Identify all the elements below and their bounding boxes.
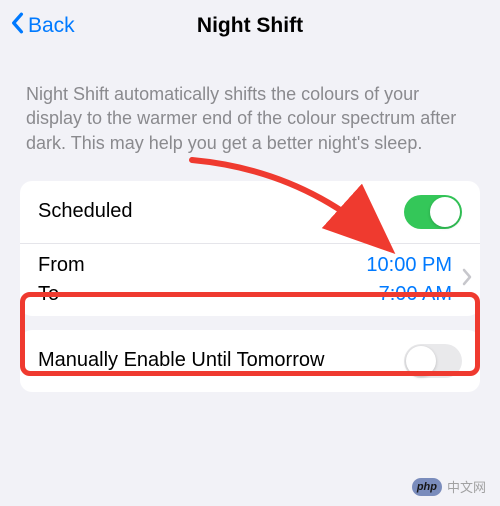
to-time: 7:00 AM: [366, 283, 452, 306]
watermark-badge: php: [412, 478, 442, 496]
page-title: Night Shift: [197, 14, 303, 38]
schedule-time-row[interactable]: From To 10:00 PM 7:00 AM: [20, 243, 480, 316]
scheduled-group: Scheduled From To 10:00 PM 7:00 AM: [20, 181, 480, 316]
schedule-labels: From To: [38, 254, 366, 306]
manual-group: Manually Enable Until Tomorrow: [20, 330, 480, 392]
from-time: 10:00 PM: [366, 254, 452, 277]
scheduled-row[interactable]: Scheduled: [20, 181, 480, 243]
scheduled-toggle[interactable]: [404, 195, 462, 229]
toggle-knob: [406, 346, 436, 376]
schedule-times: 10:00 PM 7:00 AM: [366, 254, 452, 306]
scheduled-label: Scheduled: [38, 200, 404, 223]
navbar: Back Night Shift: [0, 0, 500, 52]
watermark: php 中文网: [412, 477, 486, 496]
chevron-left-icon: [10, 12, 24, 40]
manual-toggle[interactable]: [404, 344, 462, 378]
manual-row[interactable]: Manually Enable Until Tomorrow: [20, 330, 480, 392]
watermark-text: 中文网: [447, 477, 486, 496]
manual-label: Manually Enable Until Tomorrow: [38, 349, 404, 372]
to-label: To: [38, 283, 366, 306]
chevron-right-icon: [462, 268, 472, 291]
back-button[interactable]: Back: [10, 12, 75, 40]
back-label: Back: [28, 14, 75, 38]
toggle-knob: [430, 197, 460, 227]
from-label: From: [38, 254, 366, 277]
description-text: Night Shift automatically shifts the col…: [0, 52, 500, 167]
